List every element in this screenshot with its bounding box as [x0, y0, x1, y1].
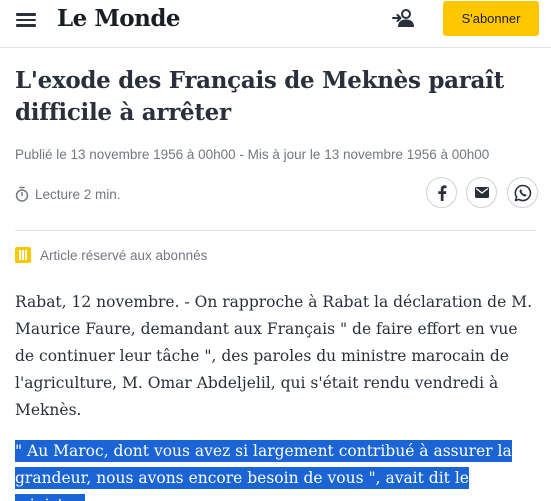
- site-logo[interactable]: Le Monde: [57, 5, 181, 32]
- facebook-icon: [437, 184, 446, 201]
- account-icon[interactable]: [392, 6, 416, 30]
- article-quote: " Au Maroc, dont vous avez si largement …: [15, 438, 540, 501]
- premium-label: Article réservé aux abonnés: [40, 247, 208, 263]
- timer-icon: [15, 186, 29, 202]
- premium-badge-icon: [15, 247, 31, 263]
- header-divider: [15, 230, 536, 231]
- selected-quote-text: " Au Maroc, dont vous avez si largement …: [15, 440, 512, 501]
- reading-time-label: Lecture 2 min.: [35, 186, 121, 202]
- site-header: Le Monde S'abonner: [0, 0, 551, 48]
- article-title: L'exode des Français de Meknès paraît di…: [15, 67, 504, 126]
- article-paragraph: Rabat, 12 novembre. - On rapproche à Rab…: [15, 293, 532, 419]
- menu-icon[interactable]: [16, 10, 38, 28]
- share-whatsapp-button[interactable]: [507, 177, 538, 208]
- share-mail-button[interactable]: [466, 177, 497, 208]
- publication-dates: Publié le 13 novembre 1956 à 00h00 - Mis…: [15, 147, 490, 162]
- share-facebook-button[interactable]: [426, 177, 457, 208]
- mail-icon: [474, 187, 489, 198]
- premium-notice: Article réservé aux abonnés: [15, 246, 207, 264]
- reading-time: Lecture 2 min.: [15, 185, 121, 203]
- subscribe-button[interactable]: S'abonner: [443, 1, 539, 36]
- whatsapp-icon: [514, 184, 531, 201]
